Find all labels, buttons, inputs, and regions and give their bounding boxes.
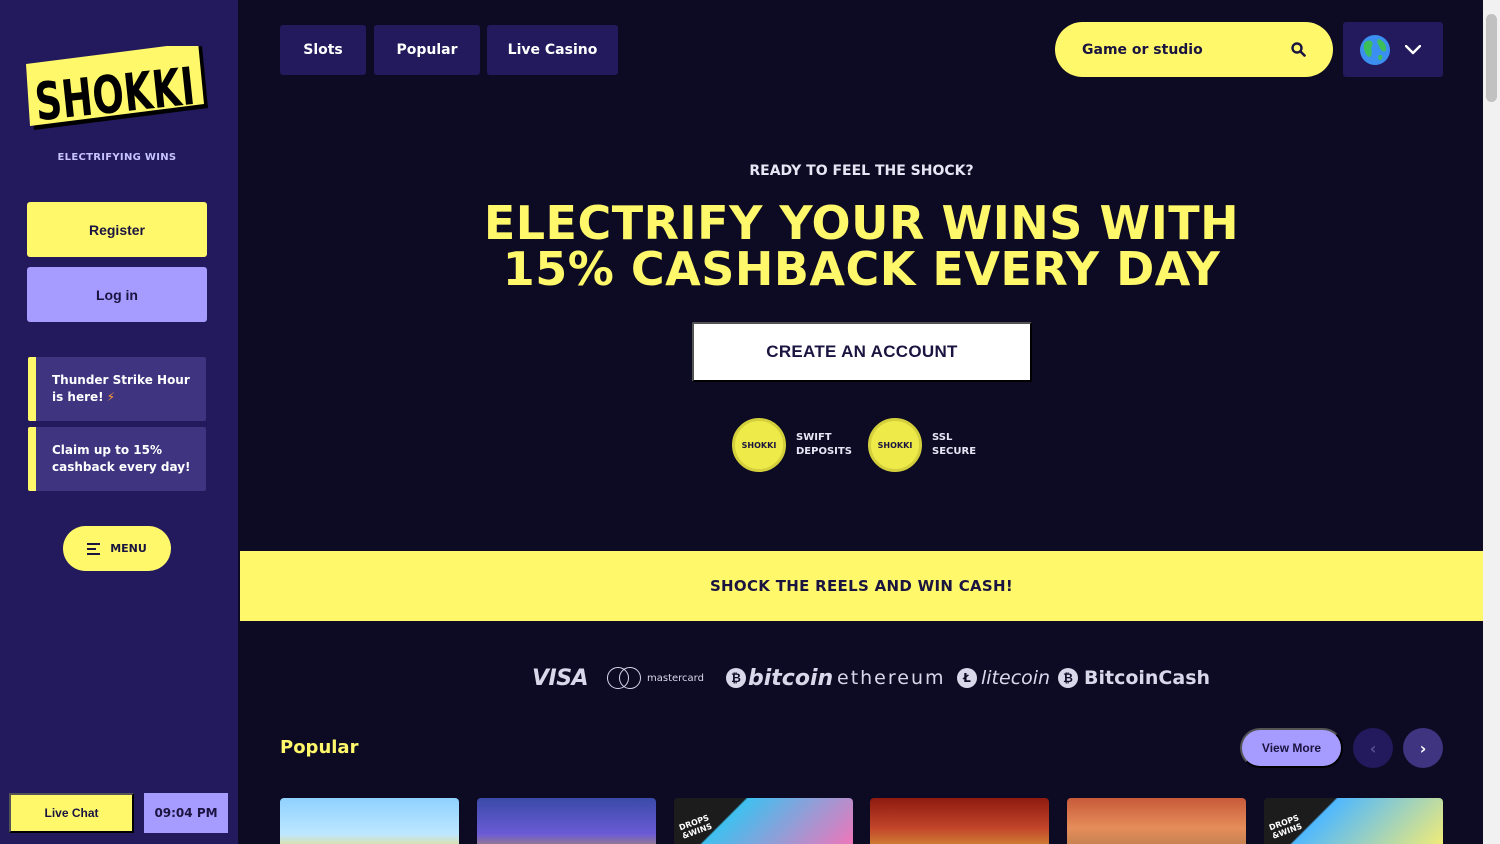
nav-tab-popular[interactable]: Popular — [374, 25, 480, 75]
language-selector[interactable] — [1343, 22, 1443, 77]
mastercard-label: mastercard — [647, 672, 704, 684]
bitcoincash-label: BitcoinCash — [1084, 667, 1211, 689]
register-button[interactable]: Register — [27, 202, 207, 257]
ethereum-logo: ethereum — [837, 667, 946, 689]
badge-ssl-secure: SHOKKI SSL SECURE — [868, 418, 996, 472]
game-tile[interactable] — [870, 798, 1049, 844]
menu-button[interactable]: MENU — [63, 526, 171, 571]
badge-line2: SECURE — [932, 446, 977, 457]
hero-kicker: READY TO FEEL THE SHOCK? — [749, 163, 974, 179]
sidebar: SHOKKI ELECTRIFYING WINS Register Log in… — [0, 0, 238, 844]
menu-label: MENU — [110, 542, 147, 555]
badge-line1: SSL — [932, 432, 953, 443]
lightning-icon: ⚡ — [106, 390, 116, 404]
nav-tab-live-casino[interactable]: Live Casino — [487, 25, 618, 75]
game-tile[interactable]: DROPS &WINS — [674, 798, 853, 844]
live-chat-button[interactable]: Live Chat — [9, 793, 134, 833]
promo-cashback[interactable]: Claim up to 15% cashback every day! — [28, 427, 206, 491]
promo-thunder-strike[interactable]: Thunder Strike Hour is here! ⚡ — [28, 357, 206, 421]
badge-line2: DEPOSITS — [796, 446, 852, 457]
promo-strip[interactable]: SHOCK THE REELS AND WIN CASH! — [240, 551, 1483, 621]
search-icon[interactable] — [1291, 42, 1306, 57]
coin-icon: SHOKKI — [732, 418, 786, 472]
hero-title-line1: ELECTRIFY YOUR WINS WITH — [483, 196, 1240, 250]
drops-wins-badge: DROPS &WINS — [677, 813, 714, 841]
game-tile[interactable] — [477, 798, 656, 844]
globe-icon — [1360, 34, 1390, 65]
litecoin-label: litecoin — [981, 667, 1051, 689]
create-account-button[interactable]: CREATE AN ACCOUNT — [692, 322, 1032, 382]
scrollbar-thumb[interactable] — [1486, 14, 1497, 102]
popular-title: Popular — [280, 737, 359, 758]
chevron-right-icon: › — [1419, 738, 1427, 758]
drops-wins-badge: DROPS &WINS — [1267, 813, 1304, 841]
litecoin-icon: Ł — [957, 668, 977, 688]
carousel-next-button[interactable]: › — [1403, 728, 1443, 768]
coin-icon: SHOKKI — [868, 418, 922, 472]
carousel-prev-button[interactable]: ‹ — [1353, 728, 1393, 768]
game-tile[interactable] — [280, 798, 459, 844]
chevron-down-icon — [1405, 44, 1421, 54]
nav-tab-slots[interactable]: Slots — [280, 25, 366, 75]
mastercard-icon — [607, 667, 641, 689]
chevron-left-icon: ‹ — [1369, 738, 1377, 758]
badge-swift-deposits: SHOKKI SWIFT DEPOSITS — [732, 418, 860, 472]
bitcoincash-logo: ₿ BitcoinCash — [1058, 664, 1210, 692]
game-tile[interactable] — [1067, 798, 1246, 844]
bitcoin-logo: ₿ bitcoin — [726, 664, 833, 692]
view-more-button[interactable]: View More — [1240, 728, 1343, 768]
tagline: ELECTRIFYING WINS — [57, 152, 177, 163]
litecoin-logo: Ł litecoin — [957, 664, 1050, 692]
hero-title: ELECTRIFY YOUR WINS WITH 15% CASHBACK EV… — [240, 200, 1483, 292]
bitcoin-label: bitcoin — [748, 665, 834, 691]
promo-strip-text: SHOCK THE REELS AND WIN CASH! — [709, 577, 1014, 595]
mastercard-logo: mastercard — [607, 664, 704, 692]
badge-line1: SWIFT — [796, 432, 832, 443]
login-button[interactable]: Log in — [27, 267, 207, 322]
search-input[interactable]: Game or studio — [1055, 22, 1333, 77]
promo-text: Thunder Strike Hour is here! — [52, 373, 190, 404]
search-placeholder: Game or studio — [1082, 41, 1203, 58]
promo-text: Claim up to 15% cashback every day! — [52, 443, 191, 474]
game-tile[interactable]: DROPS &WINS — [1264, 798, 1443, 844]
visa-logo: VISA — [532, 665, 589, 691]
bitcoin-icon: ₿ — [726, 668, 746, 688]
shokki-logo[interactable]: SHOKKI — [26, 46, 208, 130]
hamburger-icon — [87, 542, 101, 555]
scrollbar-track[interactable] — [1483, 0, 1500, 844]
bitcoincash-icon: ₿ — [1058, 668, 1078, 688]
hero-title-line2: 15% CASHBACK EVERY DAY — [502, 242, 1221, 296]
clock: 09:04 PM — [144, 793, 228, 833]
